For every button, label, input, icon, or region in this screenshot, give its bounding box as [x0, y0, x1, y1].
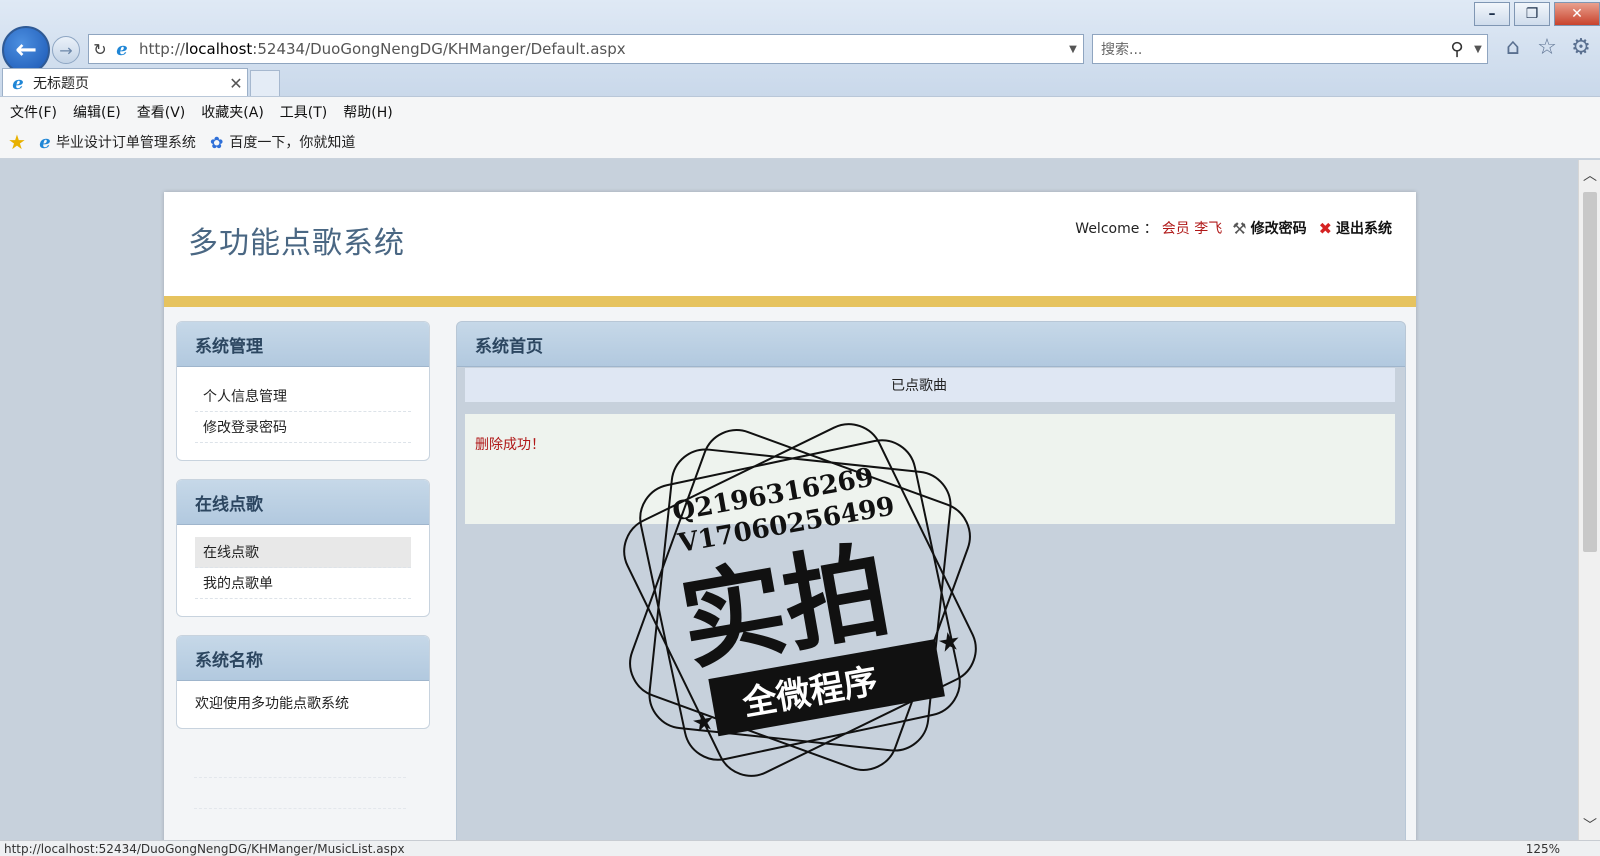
- tab-active[interactable]: e 无标题页 ✕: [2, 68, 248, 97]
- site-title: 多功能点歌系统: [188, 226, 405, 261]
- search-input[interactable]: 搜索...: [1093, 39, 1445, 59]
- panel-online-song-title: 在线点歌: [177, 480, 429, 525]
- sidebar-item-change-login-password[interactable]: 修改登录密码: [195, 412, 411, 443]
- vertical-scrollbar[interactable]: ︿ ﹀: [1578, 160, 1600, 840]
- spacer-line: [194, 778, 406, 809]
- scroll-down-icon[interactable]: ﹀: [1579, 814, 1600, 836]
- status-bar: http://localhost:52434/DuoGongNengDG/KHM…: [0, 840, 1600, 856]
- page-viewport: 多功能点歌系统 Welcome ： 会员 李飞 ⚒ 修改密码 ✖ 退出系统 系统…: [0, 160, 1578, 840]
- browser-chrome: – ❐ ✕ ← → ↻ e http://localhost:52434/Duo…: [0, 0, 1600, 160]
- app-frame: 多功能点歌系统 Welcome ： 会员 李飞 ⚒ 修改密码 ✖ 退出系统 系统…: [164, 192, 1416, 840]
- back-arrow-icon: ←: [15, 35, 37, 65]
- baidu-paw-icon: ✿: [209, 132, 224, 152]
- favorites-bar-star-icon[interactable]: ★: [8, 130, 26, 154]
- ie-logo-icon: e: [116, 38, 128, 60]
- tools-icon: ⚒: [1232, 218, 1247, 238]
- panel-system-name: 系统名称 欢迎使用多功能点歌系统: [176, 635, 430, 729]
- favorite-link-1[interactable]: e 毕业设计订单管理系统: [34, 131, 196, 153]
- main-panel-title: 系统首页: [457, 322, 1405, 367]
- window-controls: – ❐ ✕: [1470, 2, 1600, 26]
- change-password-link[interactable]: 修改密码: [1251, 218, 1307, 238]
- tab-close-icon[interactable]: ✕: [225, 74, 247, 93]
- favorites-star-icon[interactable]: ☆: [1534, 34, 1560, 60]
- scroll-up-icon[interactable]: ︿: [1579, 164, 1600, 186]
- header-divider: [164, 296, 1416, 307]
- address-url[interactable]: http://localhost:52434/DuoGongNengDG/KHM…: [139, 40, 1063, 58]
- favorite-ie-icon: e: [39, 131, 51, 153]
- breadcrumb-label: 已点歌曲: [891, 378, 947, 394]
- app-header: 多功能点歌系统 Welcome ： 会员 李飞 ⚒ 修改密码 ✖ 退出系统: [164, 192, 1416, 296]
- tab-title: 无标题页: [33, 76, 89, 92]
- user-bar: Welcome ： 会员 李飞 ⚒ 修改密码 ✖ 退出系统: [1075, 218, 1392, 238]
- sidebar-item-my-playlist[interactable]: 我的点歌单: [195, 568, 411, 599]
- favorites-bar: ★ e 毕业设计订单管理系统 ✿ 百度一下，你就知道: [0, 126, 1600, 159]
- spacer-line: [194, 747, 406, 778]
- favorite-link-2[interactable]: ✿ 百度一下，你就知道: [204, 132, 355, 152]
- menu-file[interactable]: 文件(F): [10, 102, 57, 122]
- menu-edit[interactable]: 编辑(E): [73, 102, 121, 122]
- tab-ie-icon: e: [12, 72, 24, 94]
- favorite-link-1-label: 毕业设计订单管理系统: [55, 135, 196, 151]
- home-icon[interactable]: ⌂: [1500, 34, 1526, 60]
- new-tab-button[interactable]: [250, 70, 280, 98]
- address-bar[interactable]: ↻ e http://localhost:52434/DuoGongNengDG…: [88, 34, 1084, 64]
- refresh-icon[interactable]: ↻: [89, 40, 111, 59]
- panel-system-name-title: 系统名称: [177, 636, 429, 681]
- gear-icon[interactable]: ⚙: [1568, 34, 1594, 60]
- url-path: :52434/DuoGongNengDG/KHManger/Default.as…: [252, 40, 626, 58]
- forward-arrow-icon: →: [59, 40, 73, 60]
- logout-link[interactable]: 退出系统: [1336, 218, 1392, 238]
- favorite-link-2-label: 百度一下，你就知道: [229, 135, 356, 151]
- message-area: 删除成功！: [465, 414, 1395, 524]
- panel-system-manage-title: 系统管理: [177, 322, 429, 367]
- menu-bar: 文件(F) 编辑(E) 查看(V) 收藏夹(A) 工具(T) 帮助(H): [0, 96, 1600, 127]
- search-icon[interactable]: ⚲: [1445, 39, 1469, 60]
- search-box[interactable]: 搜索... ⚲ ▼: [1092, 34, 1488, 64]
- url-host: localhost: [184, 40, 253, 58]
- url-prefix: http://: [139, 40, 185, 58]
- current-user: 会员 李飞: [1161, 221, 1223, 237]
- system-name-text: 欢迎使用多功能点歌系统: [195, 696, 349, 712]
- search-dropdown-icon[interactable]: ▼: [1469, 44, 1487, 55]
- address-dropdown-icon[interactable]: ▼: [1063, 44, 1083, 55]
- close-window-button[interactable]: ✕: [1554, 2, 1600, 26]
- content-area: 系统管理 个人信息管理 修改登录密码 在线点歌 在线点歌 我的点歌单 系统名称 …: [164, 307, 1416, 840]
- welcome-label: Welcome ：: [1075, 221, 1158, 237]
- restore-button[interactable]: ❐: [1514, 2, 1550, 26]
- menu-help[interactable]: 帮助(H): [343, 102, 392, 122]
- panel-online-song: 在线点歌 在线点歌 我的点歌单: [176, 479, 430, 617]
- menu-view[interactable]: 查看(V): [137, 102, 186, 122]
- sidebar-item-profile[interactable]: 个人信息管理: [195, 381, 411, 412]
- zoom-level[interactable]: 125%: [1526, 842, 1560, 856]
- panel-system-manage: 系统管理 个人信息管理 修改登录密码: [176, 321, 430, 461]
- menu-tools[interactable]: 工具(T): [280, 102, 327, 122]
- status-message: 删除成功！: [475, 437, 545, 453]
- status-url: http://localhost:52434/DuoGongNengDG/KHM…: [4, 841, 405, 856]
- minimize-button[interactable]: –: [1474, 2, 1510, 26]
- breadcrumb: 已点歌曲: [465, 368, 1395, 402]
- logout-x-icon: ✖: [1318, 218, 1332, 238]
- main-panel: 系统首页 已点歌曲 删除成功！: [456, 321, 1406, 840]
- sidebar-item-online-song[interactable]: 在线点歌: [195, 537, 411, 568]
- forward-button[interactable]: →: [52, 36, 80, 64]
- menu-favorites[interactable]: 收藏夹(A): [201, 102, 264, 122]
- scroll-thumb[interactable]: [1583, 192, 1597, 552]
- sidebar-spacer-lines: [194, 747, 406, 809]
- tab-strip: e 无标题页 ✕: [0, 66, 1600, 98]
- toolbar-icons: ⌂ ☆ ⚙: [1500, 34, 1594, 60]
